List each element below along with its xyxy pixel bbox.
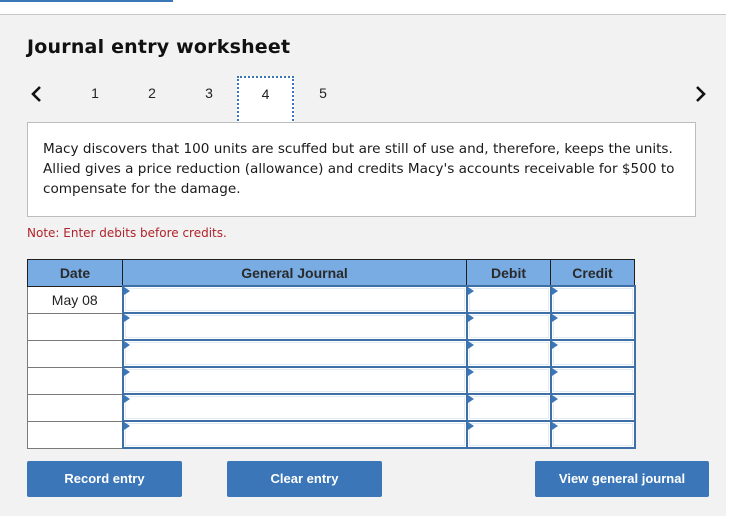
page-tab-5[interactable]: 5 bbox=[308, 85, 338, 101]
view-general-journal-button[interactable]: View general journal bbox=[535, 461, 709, 497]
page-tab-4-active[interactable]: 4 bbox=[237, 76, 294, 124]
debit-input-cell bbox=[465, 285, 552, 314]
dropdown-marker-icon bbox=[123, 314, 130, 322]
journal-table: Date General Journal Debit Credit May 08 bbox=[27, 259, 636, 449]
page-tab-1[interactable]: 1 bbox=[80, 85, 110, 101]
progress-bar bbox=[0, 0, 173, 2]
account-select[interactable] bbox=[124, 315, 465, 338]
page-title: Journal entry worksheet bbox=[27, 36, 291, 58]
chevron-right-icon bbox=[696, 86, 706, 102]
page-tab-3[interactable]: 3 bbox=[194, 85, 224, 101]
dropdown-marker-icon bbox=[123, 395, 130, 403]
account-select[interactable] bbox=[124, 288, 465, 311]
credit-input[interactable] bbox=[552, 315, 633, 338]
account-select-cell bbox=[121, 393, 468, 422]
credit-input[interactable] bbox=[552, 288, 633, 311]
dropdown-marker-icon bbox=[123, 287, 130, 295]
account-select-cell bbox=[121, 339, 468, 368]
dropdown-marker-icon bbox=[123, 422, 130, 430]
page-tab-4-label: 4 bbox=[261, 86, 270, 102]
dropdown-marker-icon bbox=[467, 368, 474, 376]
journal-row: May 08 bbox=[27, 285, 636, 314]
dropdown-marker-icon bbox=[551, 422, 558, 430]
header-date: Date bbox=[27, 259, 123, 287]
account-select-cell bbox=[121, 420, 468, 449]
debit-input-cell bbox=[465, 366, 552, 395]
dropdown-marker-icon bbox=[551, 341, 558, 349]
next-page-button[interactable] bbox=[690, 82, 710, 106]
record-entry-button[interactable]: Record entry bbox=[27, 461, 182, 497]
dropdown-marker-icon bbox=[467, 422, 474, 430]
credit-input-cell bbox=[549, 312, 636, 341]
credit-input[interactable] bbox=[552, 423, 633, 446]
header-debit: Debit bbox=[466, 259, 551, 287]
journal-row bbox=[27, 366, 636, 395]
account-select[interactable] bbox=[124, 423, 465, 446]
dropdown-marker-icon bbox=[551, 368, 558, 376]
credit-input-cell bbox=[549, 420, 636, 449]
debit-input[interactable] bbox=[468, 315, 549, 338]
account-select-cell bbox=[121, 285, 468, 314]
dropdown-marker-icon bbox=[467, 314, 474, 322]
clear-entry-button[interactable]: Clear entry bbox=[227, 461, 382, 497]
credit-input[interactable] bbox=[552, 396, 633, 419]
date-cell bbox=[27, 420, 123, 449]
prev-page-button[interactable] bbox=[27, 82, 47, 106]
dropdown-marker-icon bbox=[123, 341, 130, 349]
debit-input-cell bbox=[465, 393, 552, 422]
entry-note: Note: Enter debits before credits. bbox=[27, 226, 227, 240]
account-select[interactable] bbox=[124, 369, 465, 392]
dropdown-marker-icon bbox=[467, 395, 474, 403]
header-credit: Credit bbox=[550, 259, 635, 287]
page-tab-2[interactable]: 2 bbox=[137, 85, 167, 101]
journal-row bbox=[27, 339, 636, 368]
date-cell bbox=[27, 393, 123, 422]
account-select[interactable] bbox=[124, 342, 465, 365]
account-select[interactable] bbox=[124, 396, 465, 419]
transaction-description: Macy discovers that 100 units are scuffe… bbox=[27, 122, 696, 217]
debit-input[interactable] bbox=[468, 396, 549, 419]
account-select-cell bbox=[121, 366, 468, 395]
date-cell: May 08 bbox=[27, 285, 123, 314]
debit-input[interactable] bbox=[468, 369, 549, 392]
chevron-left-icon bbox=[31, 86, 41, 102]
debit-input-cell bbox=[465, 312, 552, 341]
dropdown-marker-icon bbox=[551, 314, 558, 322]
date-cell bbox=[27, 339, 123, 368]
header-general-journal: General Journal bbox=[122, 259, 467, 287]
account-select-cell bbox=[121, 312, 468, 341]
date-cell bbox=[27, 312, 123, 341]
journal-header-row: Date General Journal Debit Credit bbox=[27, 259, 635, 287]
credit-input-cell bbox=[549, 339, 636, 368]
debit-input-cell bbox=[465, 420, 552, 449]
debit-input[interactable] bbox=[468, 288, 549, 311]
credit-input-cell bbox=[549, 285, 636, 314]
date-cell bbox=[27, 366, 123, 395]
dropdown-marker-icon bbox=[467, 287, 474, 295]
dropdown-marker-icon bbox=[551, 395, 558, 403]
debit-input[interactable] bbox=[468, 342, 549, 365]
credit-input-cell bbox=[549, 393, 636, 422]
credit-input-cell bbox=[549, 366, 636, 395]
dropdown-marker-icon bbox=[551, 287, 558, 295]
journal-row bbox=[27, 393, 636, 422]
dropdown-marker-icon bbox=[467, 341, 474, 349]
journal-row bbox=[27, 312, 636, 341]
credit-input[interactable] bbox=[552, 369, 633, 392]
journal-row bbox=[27, 420, 636, 449]
debit-input-cell bbox=[465, 339, 552, 368]
debit-input[interactable] bbox=[468, 423, 549, 446]
dropdown-marker-icon bbox=[123, 368, 130, 376]
credit-input[interactable] bbox=[552, 342, 633, 365]
